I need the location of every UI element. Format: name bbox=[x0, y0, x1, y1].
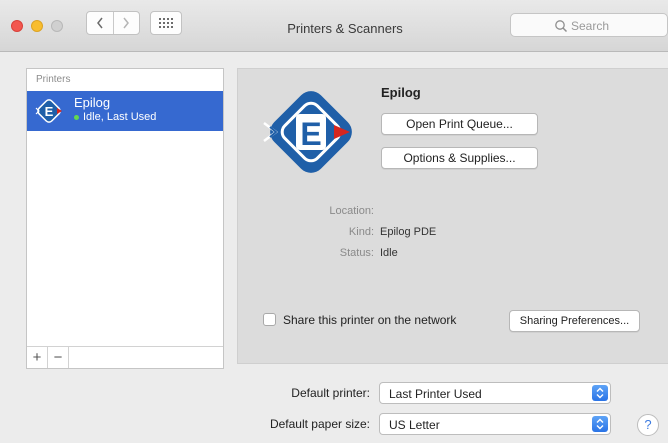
chevron-left-icon bbox=[96, 17, 103, 29]
chevron-right-icon bbox=[123, 17, 130, 29]
grid-icon bbox=[159, 18, 173, 28]
kind-value: Epilog PDE bbox=[380, 226, 437, 238]
back-button[interactable] bbox=[87, 12, 113, 34]
popup-arrows-icon bbox=[592, 385, 608, 401]
default-paper-size-value: US Letter bbox=[389, 418, 440, 432]
default-paper-size-popup[interactable]: US Letter bbox=[379, 413, 611, 435]
printer-detail-name: Epilog bbox=[381, 85, 421, 100]
printer-icon-letter: E bbox=[45, 104, 54, 119]
printer-list-footer: + − bbox=[27, 346, 223, 368]
navigation-group bbox=[86, 11, 140, 35]
status-indicator-dot bbox=[74, 115, 79, 120]
open-print-queue-button[interactable]: Open Print Queue... bbox=[381, 113, 538, 135]
printer-name: Epilog bbox=[74, 95, 111, 110]
share-printer-checkbox[interactable] bbox=[263, 313, 276, 326]
default-printer-label: Default printer: bbox=[291, 386, 370, 400]
large-icon-letter: E bbox=[300, 116, 321, 152]
add-printer-button[interactable]: + bbox=[27, 347, 48, 368]
default-paper-size-label: Default paper size: bbox=[269, 417, 370, 431]
kind-label: Kind: bbox=[348, 226, 374, 238]
default-printer-value: Last Printer Used bbox=[389, 387, 482, 401]
minimize-window-button[interactable] bbox=[31, 20, 43, 32]
window-title: Printers & Scanners bbox=[287, 21, 403, 36]
search-placeholder: Search bbox=[571, 19, 610, 33]
remove-printer-button[interactable]: − bbox=[48, 347, 69, 368]
title-bar: Printers & Scanners Search bbox=[0, 0, 668, 52]
show-all-button[interactable] bbox=[150, 11, 182, 35]
close-window-button[interactable] bbox=[11, 20, 23, 32]
epilog-printer-icon: E bbox=[35, 99, 62, 123]
epilog-printer-large-icon: E bbox=[263, 91, 352, 173]
zoom-window-button[interactable] bbox=[51, 20, 63, 32]
printer-detail-panel: E Epilog Open Print Queue... Options & S… bbox=[237, 68, 668, 364]
location-label: Location: bbox=[329, 205, 374, 217]
forward-button[interactable] bbox=[112, 12, 140, 34]
printer-status: Idle, Last Used bbox=[83, 111, 157, 123]
status-label: Status: bbox=[339, 247, 374, 259]
search-field[interactable]: Search bbox=[510, 13, 668, 37]
popup-arrows-icon bbox=[592, 416, 608, 432]
share-printer-label: Share this printer on the network bbox=[283, 313, 457, 327]
default-printer-popup[interactable]: Last Printer Used bbox=[379, 382, 611, 404]
printer-list[interactable]: Printers E Epilog Idle, Last Used + − bbox=[26, 68, 224, 369]
printer-list-header: Printers bbox=[36, 74, 71, 85]
printer-list-item-epilog[interactable]: E Epilog Idle, Last Used bbox=[27, 91, 223, 131]
help-button[interactable]: ? bbox=[637, 414, 659, 436]
status-value: Idle bbox=[380, 247, 398, 259]
sharing-preferences-button[interactable]: Sharing Preferences... bbox=[509, 310, 640, 332]
options-supplies-button[interactable]: Options & Supplies... bbox=[381, 147, 538, 169]
search-icon bbox=[555, 20, 568, 33]
